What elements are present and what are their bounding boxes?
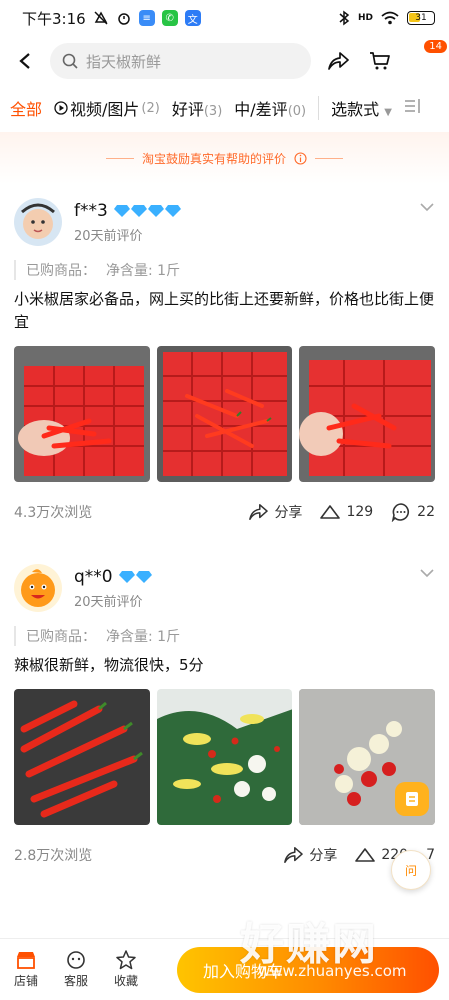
tab-divider	[318, 96, 320, 120]
tab-select-style[interactable]: 选款式 ▼	[331, 96, 392, 120]
thumb-up-icon	[355, 848, 376, 862]
tab-all[interactable]: 全部	[10, 96, 42, 120]
phone-icon: ✆	[161, 10, 178, 26]
tab-medium-bad[interactable]: 中/差评(0)	[234, 96, 306, 120]
review-photos	[14, 689, 436, 825]
thumb-up-icon	[320, 505, 341, 519]
battery-icon: 31	[407, 11, 435, 25]
review-photo[interactable]	[14, 346, 150, 482]
alarm-icon	[117, 13, 130, 25]
review-photos	[14, 346, 436, 482]
watermark-url: www.zhuanyes.com	[258, 962, 407, 980]
banner-line-right	[315, 157, 343, 159]
share-review-button[interactable]: 分享	[248, 502, 302, 522]
tab-video-photo[interactable]: 视频/图片 (2)	[54, 96, 160, 120]
share-icon	[328, 52, 349, 70]
avatar[interactable]	[14, 198, 62, 246]
message-button[interactable]: 14	[407, 40, 447, 76]
review-policy-banner: 淘宝鼓励真实有帮助的评价	[0, 132, 449, 184]
store-icon	[17, 952, 35, 969]
banner-line-left	[105, 157, 134, 159]
translate-icon: 文	[184, 10, 201, 26]
signal-icon: HD	[357, 13, 373, 23]
like-button[interactable]: 129	[320, 504, 373, 520]
username: q**0	[74, 566, 113, 587]
review-time: 20天前评价	[74, 594, 143, 610]
tab-list-toggle[interactable]	[404, 98, 422, 118]
view-count: 2.8万次浏览	[14, 848, 93, 864]
ask-label: 问	[404, 863, 417, 878]
search-icon	[62, 53, 78, 69]
comment-icon	[391, 503, 410, 522]
chevron-down-icon[interactable]	[419, 202, 435, 212]
share-button[interactable]	[323, 46, 353, 76]
avatar[interactable]	[14, 564, 62, 612]
review-text: 辣椒很新鲜，物流很快，5分	[14, 656, 204, 674]
view-count: 4.3万次浏览	[14, 505, 93, 521]
note-icon	[406, 792, 418, 806]
review-photo[interactable]	[156, 689, 293, 825]
favorite-button[interactable]: 收藏	[114, 950, 138, 989]
share-icon	[284, 847, 304, 863]
list-icon	[404, 99, 420, 113]
star-icon	[116, 950, 136, 970]
review-time: 20天前评价	[74, 228, 143, 244]
review-card: q**0 20天前评价 已购商品： 净含量: 1斤 辣椒很新鲜，物流很快，5分 2…	[0, 564, 449, 885]
review-photo[interactable]	[156, 346, 293, 482]
chevron-down-icon[interactable]	[419, 568, 435, 578]
diamond-badge	[113, 204, 181, 217]
status-time: 下午3:16	[22, 9, 86, 28]
notes-float-button[interactable]	[395, 782, 429, 816]
review-text: 小米椒居家必备品，网上买的比街上还要新鲜，价格也比街上便宜	[14, 290, 435, 331]
mute-icon	[94, 11, 108, 25]
back-button[interactable]	[12, 48, 38, 74]
chevron-left-icon	[19, 53, 30, 69]
top-bar: 指天椒新鲜 14	[0, 36, 449, 86]
store-button[interactable]: 店铺	[14, 950, 38, 989]
status-bar: 下午3:16 ≡ ✆ 文 HD 31	[0, 0, 449, 36]
review-photo[interactable]	[299, 346, 436, 482]
play-icon	[54, 101, 68, 115]
ask-float-button[interactable]: 问	[391, 850, 431, 890]
tab-good[interactable]: 好评(3)	[172, 96, 222, 120]
username: f**3	[74, 200, 108, 221]
cart-button[interactable]	[365, 46, 395, 76]
message-badge: 14	[424, 40, 447, 53]
review-filter-tabs: 全部 视频/图片 (2) 好评(3) 中/差评(0) 选款式 ▼	[0, 86, 449, 130]
review-divider	[0, 542, 449, 564]
search-input[interactable]: 指天椒新鲜	[50, 43, 311, 79]
review-photo[interactable]	[14, 689, 150, 825]
search-placeholder: 指天椒新鲜	[86, 52, 162, 71]
service-icon	[67, 951, 85, 969]
app-notification-icon: ≡	[138, 10, 155, 26]
wifi-icon	[381, 11, 399, 25]
info-icon[interactable]	[294, 151, 307, 165]
purchased-spec: 已购商品： 净含量: 1斤	[14, 626, 435, 646]
bluetooth-icon	[339, 10, 350, 26]
share-icon	[249, 504, 269, 520]
banner-text: 淘宝鼓励真实有帮助的评价	[141, 151, 286, 166]
service-button[interactable]: 客服	[64, 950, 88, 989]
share-review-button[interactable]: 分享	[283, 845, 337, 865]
review-card: f**3 20天前评价 已购商品： 净含量: 1斤 小米椒居家必备品，网上买的比街…	[0, 184, 449, 542]
cart-icon	[370, 52, 390, 70]
diamond-badge	[118, 570, 152, 583]
purchased-spec: 已购商品： 净含量: 1斤	[14, 260, 435, 280]
comment-button[interactable]: 22	[391, 502, 435, 522]
